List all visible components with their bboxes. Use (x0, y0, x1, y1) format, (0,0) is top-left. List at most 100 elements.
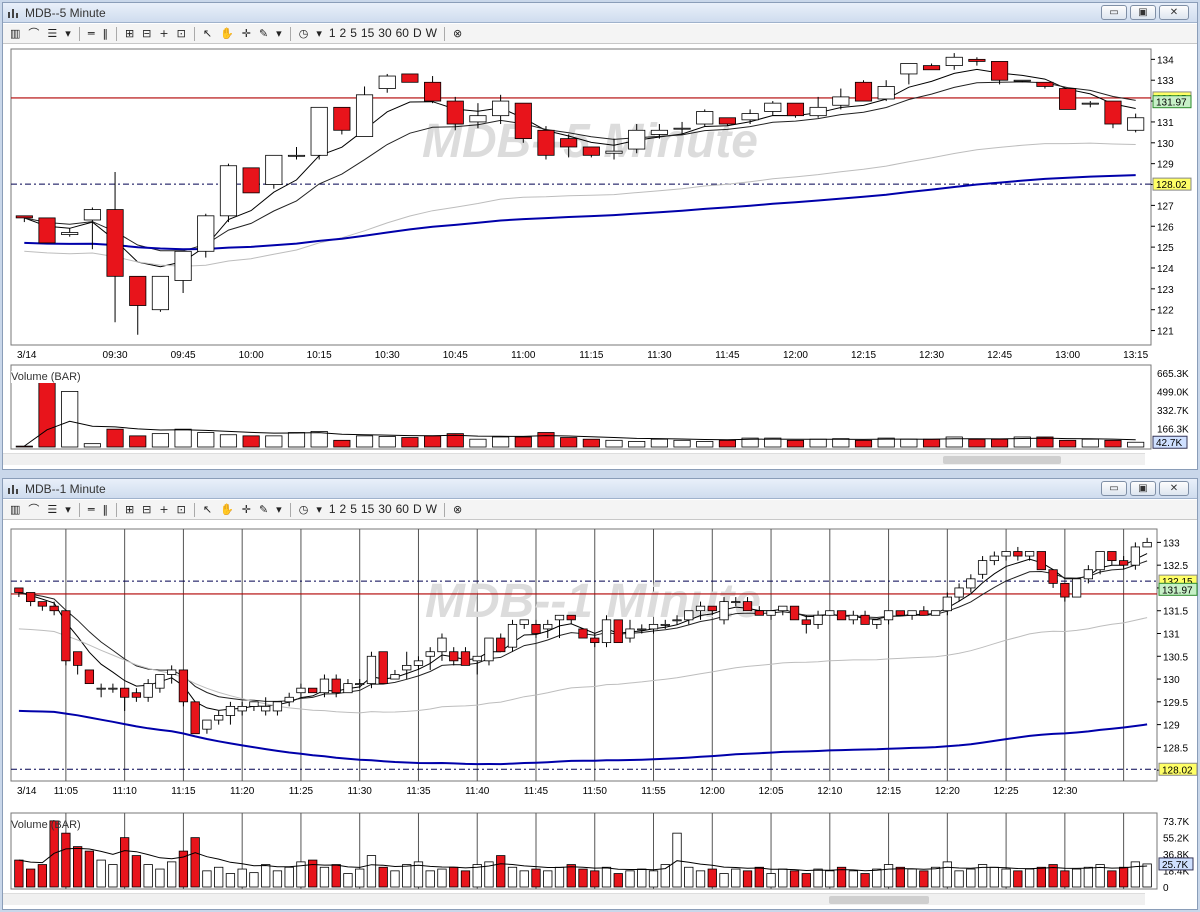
maximize-button[interactable]: ▣ (1130, 5, 1156, 20)
clock-icon[interactable]: ◷ (296, 25, 312, 42)
volume-bar (1118, 866, 1129, 888)
candle-body (707, 605, 717, 612)
dropdown-icon[interactable]: ▾ (62, 501, 74, 518)
zoom-out-icon[interactable]: ⊟ (139, 501, 154, 518)
timeframe-button-d[interactable]: D (411, 25, 424, 42)
time-tick-label: 11:25 (289, 786, 314, 797)
zoom-box-icon[interactable]: ⊡ (174, 25, 189, 42)
hand-icon[interactable]: ✋ (217, 25, 237, 42)
dropdown-icon[interactable]: ▾ (313, 501, 325, 518)
timeframe-button-15[interactable]: 15 (359, 25, 376, 42)
vlines-icon[interactable]: ‖ (99, 25, 111, 42)
volume-bar (197, 432, 215, 448)
timeframe-button-d[interactable]: D (411, 501, 424, 518)
time-tick-label: 12:00 (700, 786, 725, 797)
chart-area[interactable]: MDB--5 Minute134133132131130129128127126… (3, 45, 1197, 469)
price-chart-5min[interactable]: MDB--5 Minute134133132131130129128127126… (3, 45, 1199, 469)
candle-body (131, 692, 142, 698)
price-chart-1min[interactable]: MDB--1 Minute133132.5132131.5131130.5130… (3, 521, 1199, 909)
bars-icon[interactable]: ▥ (7, 501, 23, 518)
price-tick-label: 130.5 (1163, 652, 1188, 663)
timeframe-button-60[interactable]: 60 (394, 501, 411, 518)
zoom-box-icon[interactable]: ⊡ (174, 501, 189, 518)
timeframe-button-1[interactable]: 1 (327, 25, 338, 42)
zoom-out-icon[interactable]: ⊟ (139, 25, 154, 42)
pointer-icon[interactable]: ↖ (200, 501, 215, 518)
dropdown-icon[interactable]: ▾ (62, 25, 74, 42)
timeframe-button-5[interactable]: 5 (348, 501, 359, 518)
time-tick-label: 10:15 (307, 350, 332, 361)
volume-bar (402, 864, 412, 888)
bars-icon[interactable]: ▥ (7, 25, 23, 42)
timeframe-button-30[interactable]: 30 (376, 25, 393, 42)
mountain-icon[interactable]: ⌒ (25, 501, 42, 518)
line-style-icon[interactable]: ☰ (44, 25, 60, 42)
timeframe-button-2[interactable]: 2 (338, 501, 349, 518)
pen-icon[interactable]: ✎ (256, 25, 271, 42)
volume-bar (120, 837, 130, 888)
scrollbar-thumb[interactable] (943, 456, 1061, 464)
window-titlebar[interactable]: MDB--5 Minute ▭ ▣ ✕ (3, 3, 1197, 23)
close-button[interactable]: ✕ (1159, 481, 1189, 496)
dropdown-icon[interactable]: ▾ (273, 25, 285, 42)
timeframe-button-15[interactable]: 15 (359, 501, 376, 518)
timeframe-button-5[interactable]: 5 (348, 25, 359, 42)
crosshair-icon[interactable]: + (156, 25, 171, 42)
vlines-icon[interactable]: ‖ (99, 501, 111, 518)
timeframe-button-w[interactable]: W (424, 501, 439, 518)
candle-body (219, 165, 238, 217)
candle-body (1001, 551, 1011, 557)
volume-bar (766, 873, 776, 888)
volume-bar (848, 870, 858, 888)
minimize-button[interactable]: ▭ (1101, 5, 1127, 20)
dropdown-icon[interactable]: ▾ (313, 25, 325, 42)
hlines-icon[interactable]: ═ (85, 25, 98, 42)
price-tick-label: 126 (1157, 222, 1174, 233)
volume-bar (151, 433, 169, 448)
horizontal-scrollbar[interactable] (3, 893, 1145, 905)
close-button[interactable]: ✕ (1159, 5, 1189, 20)
cancel-icon[interactable]: ⊗ (450, 25, 465, 42)
candle-body (1013, 79, 1031, 82)
separator (115, 502, 117, 517)
volume-bar (425, 870, 435, 888)
crosshair-icon[interactable]: + (156, 501, 171, 518)
candle-body (991, 61, 1009, 81)
window-titlebar[interactable]: MDB--1 Minute ▭ ▣ ✕ (3, 479, 1197, 499)
cancel-icon[interactable]: ⊗ (450, 501, 465, 518)
zoom-in-icon[interactable]: ⊞ (122, 25, 137, 42)
mountain-icon[interactable]: ⌒ (25, 25, 42, 42)
dropdown-icon[interactable]: ▾ (273, 501, 285, 518)
pointer-icon[interactable]: ↖ (200, 25, 215, 42)
volume-tick-label: 55.2K (1163, 833, 1189, 844)
candle-body (977, 560, 988, 575)
clock-icon[interactable]: ◷ (296, 501, 312, 518)
volume-bar (625, 870, 635, 888)
maximize-button[interactable]: ▣ (1130, 481, 1156, 496)
candle-body (402, 664, 412, 671)
minimize-button[interactable]: ▭ (1101, 481, 1127, 496)
candle-body (237, 705, 247, 712)
cross-icon[interactable]: ✛ (239, 25, 254, 42)
volume-bar (731, 868, 741, 888)
candle-body (672, 619, 682, 622)
separator (193, 26, 195, 41)
hand-icon[interactable]: ✋ (217, 501, 237, 518)
volume-bar (1107, 870, 1117, 888)
hlines-icon[interactable]: ═ (85, 501, 98, 518)
horizontal-scrollbar[interactable] (3, 453, 1145, 465)
pen-icon[interactable]: ✎ (256, 501, 271, 518)
zoom-in-icon[interactable]: ⊞ (122, 501, 137, 518)
volume-bar (155, 868, 165, 888)
volume-bar (460, 870, 471, 888)
timeframe-button-1[interactable]: 1 (327, 501, 338, 518)
timeframe-button-2[interactable]: 2 (338, 25, 349, 42)
scrollbar-thumb[interactable] (829, 896, 929, 904)
timeframe-button-30[interactable]: 30 (376, 501, 393, 518)
chart-area[interactable]: MDB--1 Minute133132.5132131.5131130.5130… (3, 521, 1199, 909)
timeframe-button-w[interactable]: W (424, 25, 439, 42)
timeframe-button-60[interactable]: 60 (394, 25, 411, 42)
candle-body (390, 674, 400, 680)
line-style-icon[interactable]: ☰ (44, 501, 60, 518)
cross-icon[interactable]: ✛ (239, 501, 254, 518)
